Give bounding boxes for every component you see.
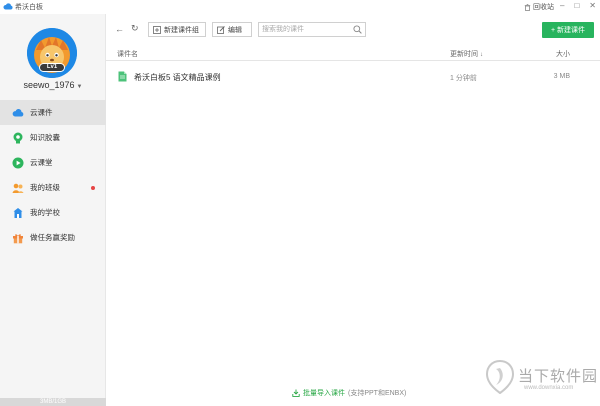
column-updated-label: 更新时间 [450, 51, 478, 58]
trash-icon [524, 3, 531, 11]
sidebar-item-my-class[interactable]: 我的班级 [0, 175, 106, 200]
table-header: 课件名 更新时间 ↓ 大小 [106, 46, 600, 61]
file-icon [118, 71, 127, 82]
search-box [258, 22, 366, 37]
close-icon[interactable]: ✕ [589, 1, 596, 10]
file-updated: 1 分钟前 [450, 75, 477, 82]
storage-usage: 3MB/1GB [0, 398, 106, 406]
batch-import-hint: (支持PPT和ENBX) [348, 390, 407, 397]
sidebar-item-label: 云课件 [30, 108, 53, 117]
sidebar-item-my-school[interactable]: 我的学校 [0, 200, 106, 225]
cloud-icon [12, 107, 24, 119]
watermark-text: 当下软件园 [518, 368, 599, 385]
import-icon [292, 389, 300, 397]
file-size: 3 MB [553, 73, 570, 80]
username-label: seewo_1976 [23, 80, 75, 90]
play-circle-icon [12, 157, 24, 169]
file-name: 希沃白板5 语文精品课例 [134, 73, 221, 82]
sidebar-item-label: 我的班级 [30, 183, 60, 192]
recycle-bin-button[interactable]: 回收站 [524, 2, 554, 12]
level-badge: Lv1 [39, 63, 65, 72]
back-arrow-icon[interactable]: ← [115, 24, 124, 34]
refresh-icon[interactable]: ↻ [131, 23, 139, 34]
sidebar-nav: 云课件 知识胶囊 云课堂 我的班级 我的学校 做任务赢奖励 [0, 100, 106, 250]
people-icon [12, 182, 24, 194]
search-input[interactable] [259, 23, 351, 36]
new-course-button[interactable]: + 新建课件 [542, 22, 594, 38]
sidebar-item-label: 云课堂 [30, 158, 53, 167]
new-course-label: 新建课件 [557, 27, 586, 34]
recycle-bin-label: 回收站 [533, 4, 554, 11]
minimize-icon[interactable]: – [560, 1, 564, 10]
search-icon[interactable] [353, 25, 362, 34]
notification-dot [91, 186, 95, 190]
window-controls: – □ ✕ [560, 1, 596, 10]
table-row[interactable]: 希沃白板5 语文精品课例 1 分钟前 3 MB [106, 66, 600, 88]
title-bar: 希沃白板 回收站 – □ ✕ [0, 0, 600, 14]
sidebar-item-label: 我的学校 [30, 208, 60, 217]
batch-import: 批量导入课件 (支持PPT和ENBX) [292, 388, 406, 398]
column-updated[interactable]: 更新时间 ↓ [450, 49, 483, 59]
sidebar-item-label: 知识胶囊 [30, 133, 60, 142]
maximize-icon[interactable]: □ [574, 1, 579, 10]
add-folder-icon [153, 25, 161, 34]
column-size[interactable]: 大小 [556, 49, 570, 59]
app-cloud-logo-icon [3, 3, 13, 10]
watermark-logo-icon [485, 360, 515, 394]
level-label: Lv1 [46, 64, 58, 70]
sidebar-item-cloud-courseware[interactable]: 云课件 [0, 100, 106, 125]
gift-icon [12, 232, 24, 244]
sort-down-icon: ↓ [480, 52, 483, 58]
edit-icon [217, 25, 225, 34]
sidebar-item-cloud-classroom[interactable]: 云课堂 [0, 150, 106, 175]
plus-icon: + [550, 26, 556, 34]
sidebar: Lv1 seewo_1976 ▼ 云课件 知识胶囊 云课堂 我的班级 我的学校 … [0, 14, 106, 406]
username-dropdown[interactable]: seewo_1976 ▼ [0, 80, 106, 90]
new-course-group-button[interactable]: 新建课件组 [148, 22, 206, 37]
capsule-icon [12, 132, 24, 144]
school-icon [12, 207, 24, 219]
sidebar-item-knowledge-capsule[interactable]: 知识胶囊 [0, 125, 106, 150]
app-title: 希沃白板 [15, 4, 43, 11]
sidebar-item-label: 做任务赢奖励 [30, 233, 75, 242]
watermark-url: www.downxia.com [524, 385, 574, 391]
new-course-group-label: 新建课件组 [164, 26, 199, 34]
caret-down-icon: ▼ [76, 84, 83, 90]
batch-import-link[interactable]: 批量导入课件 [303, 388, 345, 398]
edit-label: 编辑 [228, 26, 242, 34]
toolbar: ← ↻ 新建课件组 编辑 + 新建课件 [106, 14, 600, 46]
column-name[interactable]: 课件名 [117, 49, 138, 59]
edit-button[interactable]: 编辑 [212, 22, 252, 37]
sidebar-item-task-rewards[interactable]: 做任务赢奖励 [0, 225, 106, 250]
